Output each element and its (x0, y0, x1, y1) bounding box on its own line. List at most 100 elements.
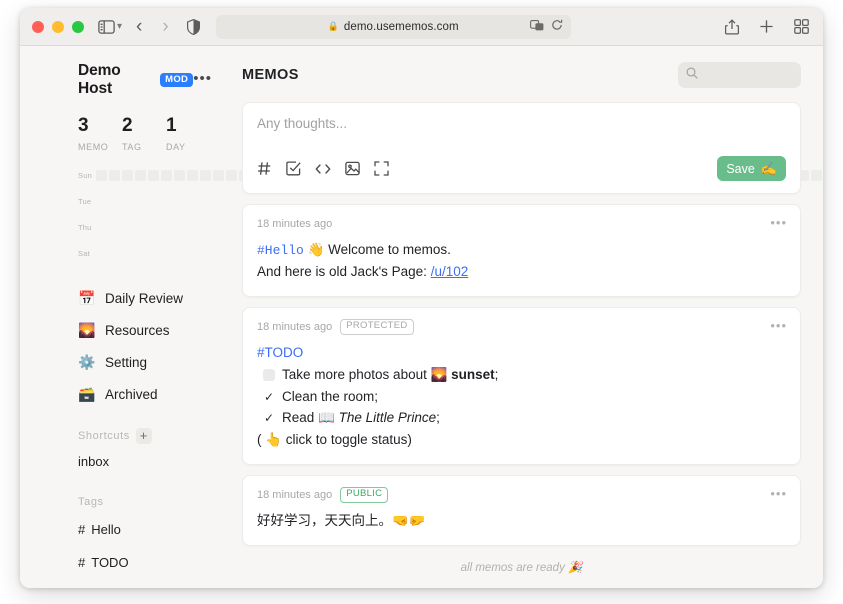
memo-editor-input[interactable]: Any thoughts... (257, 116, 786, 136)
heatmap-cell[interactable] (95, 169, 107, 181)
search-input[interactable] (678, 62, 801, 88)
stat-tag-value: 2 (122, 115, 133, 136)
heatmap-cell[interactable] (134, 169, 146, 181)
tag-label: TODO (91, 554, 129, 570)
memo-more-icon[interactable]: ••• (770, 487, 787, 500)
chevron-down-icon[interactable]: ▾ (117, 21, 122, 32)
sidebar-item-archived[interactable]: 🗃️ Archived (78, 379, 216, 411)
memo-text: ; (436, 410, 440, 426)
close-window-button[interactable] (32, 20, 44, 33)
heatmap-cell[interactable] (108, 169, 120, 181)
memo-header: 18 minutes ago PROTECTED (257, 318, 786, 335)
heatmap-day-labels: Sun Tue Thu Sat (78, 170, 92, 259)
save-button[interactable]: Save ✍️ (717, 156, 786, 181)
screenshot-root: ▾ ‹ › 🔒 demo.usememos.com Demo Host MOD … (0, 0, 843, 604)
shortcuts-section-header: Shortcuts + (78, 425, 216, 447)
memo-todo-text: Take more photos about 🌄 sunset; (282, 364, 498, 386)
back-arrow-icon[interactable]: ‹ (136, 17, 142, 36)
sidebar-item-setting[interactable]: ⚙️ Setting (78, 347, 216, 379)
privacy-shield-icon[interactable] (186, 18, 200, 35)
tab-overview-icon[interactable] (794, 19, 809, 34)
gear-icon: ⚙️ (78, 354, 96, 371)
page-title: MEMOS (242, 67, 299, 83)
address-bar[interactable]: 🔒 demo.usememos.com (215, 14, 571, 39)
hash-tag-icon[interactable] (257, 161, 272, 176)
unchecked-checkbox-icon[interactable] (263, 368, 275, 381)
stat-tag-label: TAG (122, 141, 142, 152)
heatmap-cell[interactable] (160, 169, 172, 181)
share-icon[interactable] (725, 18, 739, 35)
memo-line: 好好学习，天天向上。🤜🤛 (257, 510, 786, 532)
stat-memo: 3 MEMO (78, 115, 122, 152)
usage-stats: 3 MEMO 2 TAG 1 DAY (78, 115, 216, 152)
stat-day-label: DAY (166, 141, 186, 152)
user-name: Demo Host (78, 62, 121, 97)
memo-todo-item[interactable]: ✓ Clean the room; (257, 386, 786, 408)
minimize-window-button[interactable] (52, 20, 64, 33)
memo-more-icon[interactable]: ••• (770, 319, 787, 332)
memo-line: #TODO (257, 342, 786, 364)
memo-card: ••• 18 minutes ago PUBLIC 好好学习，天天向上。🤜🤛 (242, 475, 801, 547)
checked-checkbox-icon[interactable]: ✓ (263, 388, 275, 407)
tag-item-hello[interactable]: # Hello (78, 513, 216, 546)
tags-section-header: Tags (78, 491, 216, 513)
reload-icon[interactable] (551, 19, 563, 34)
sidebar-toggle-icon[interactable] (98, 19, 115, 34)
heatmap-cell[interactable] (173, 169, 185, 181)
heatmap-cell[interactable] (199, 169, 211, 181)
main-header: MEMOS (242, 60, 801, 90)
add-shortcut-button[interactable]: + (135, 427, 152, 444)
main-panel: MEMOS Any thoughts... Save ✍️ ••• 18 min… (232, 46, 823, 588)
window-controls (32, 20, 84, 33)
sidebar-more-icon[interactable]: ••• (193, 71, 212, 90)
sidebar-item-label: Archived (105, 387, 158, 403)
save-button-label: Save (726, 161, 755, 176)
maximize-window-button[interactable] (72, 20, 84, 33)
memo-todo-text: Read 📖 The Little Prince; (282, 407, 440, 429)
memo-card: ••• 18 minutes ago #Hello 👋 Welcome to mem… (242, 204, 801, 297)
memo-tag: #Hello (257, 243, 304, 258)
memo-timestamp: 18 minutes ago (257, 489, 333, 502)
hash-icon: # (78, 554, 86, 570)
plus-icon[interactable] (759, 19, 774, 34)
memo-text: Take more photos about 🌄 (282, 366, 452, 382)
memo-visibility-badge: PUBLIC (340, 487, 389, 504)
reader-view-icon[interactable] (529, 19, 545, 34)
user-role-badge: MOD (160, 73, 194, 87)
shortcut-list: inbox (78, 447, 216, 477)
memo-todo-text: Clean the room; (282, 386, 378, 408)
user-identity[interactable]: Demo Host MOD (78, 62, 194, 98)
image-icon[interactable] (345, 161, 360, 176)
editor-tool-group (257, 161, 389, 176)
memo-body: #Hello 👋 Welcome to memos. And here is ol… (257, 239, 786, 283)
memo-timestamp: 18 minutes ago (257, 218, 333, 230)
tag-item-todo[interactable]: # TODO (78, 546, 216, 579)
writing-hand-icon: ✍️ (760, 160, 777, 176)
heatmap-cell[interactable] (147, 169, 159, 181)
memo-header: 18 minutes ago (257, 216, 786, 232)
fullscreen-icon[interactable] (374, 161, 389, 176)
sidebar-item-resources[interactable]: 🌄 Resources (78, 315, 216, 347)
stat-day-value: 1 (166, 115, 177, 136)
tags-heading: Tags (78, 495, 104, 508)
memo-todo-item[interactable]: Take more photos about 🌄 sunset; (257, 364, 786, 386)
heatmap-cell[interactable] (186, 169, 198, 181)
address-bar-url: demo.usememos.com (343, 20, 459, 33)
checked-checkbox-icon[interactable]: ✓ (263, 409, 275, 428)
sidebar-item-daily-review[interactable]: 📅 Daily Review (78, 283, 216, 315)
memo-link[interactable]: /u/102 (431, 264, 469, 279)
memo-body: #TODO Take more photos about 🌄 sunset; ✓ Cl… (257, 342, 786, 451)
memo-more-icon[interactable]: ••• (770, 216, 787, 229)
memo-todo-item[interactable]: ✓ Read 📖 The Little Prince; (257, 407, 786, 429)
memo-text: ( 👆 click to toggle status) (257, 432, 412, 448)
heatmap-day-label (78, 235, 92, 246)
memo-text-italic: The Little Prince (338, 410, 437, 426)
heatmap-cell[interactable] (212, 169, 224, 181)
sidebar-item-label: Setting (105, 355, 148, 371)
code-icon[interactable] (315, 162, 331, 176)
checkbox-icon[interactable] (286, 161, 301, 176)
memo-header: 18 minutes ago PUBLIC (257, 487, 786, 504)
heatmap-cell[interactable] (121, 169, 133, 181)
shortcut-item-inbox[interactable]: inbox (78, 447, 216, 477)
forward-arrow-icon[interactable]: › (162, 17, 168, 36)
